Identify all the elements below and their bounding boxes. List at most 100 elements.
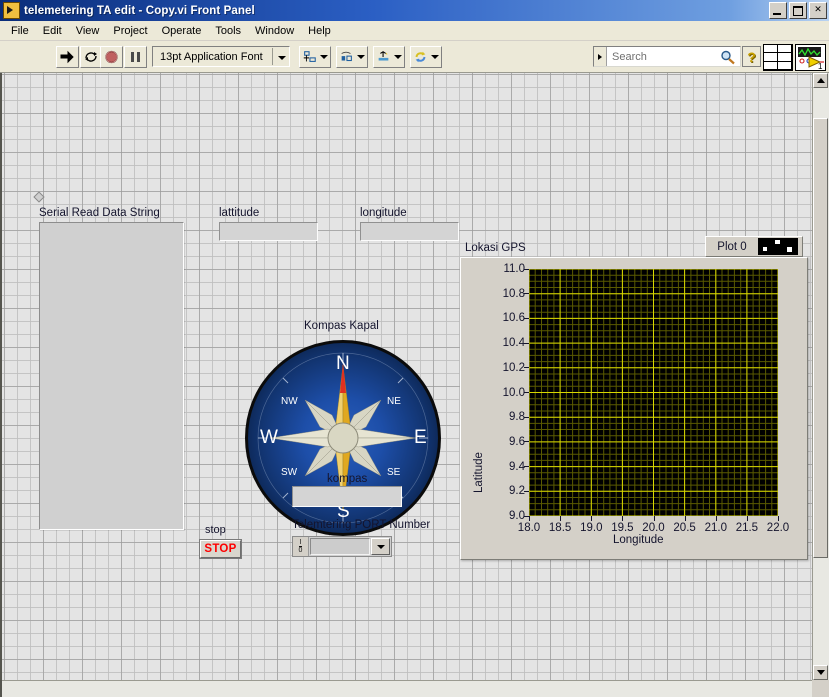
horizontal-scrollbar[interactable] [2, 680, 812, 697]
align-objects-button[interactable] [299, 46, 331, 68]
graph-y-tickmark [524, 392, 529, 393]
compass-label-e: E [414, 427, 427, 448]
graph-gridlines [528, 268, 779, 517]
reorder-button[interactable] [410, 46, 442, 68]
visa-io-glyph: I 0 [293, 537, 309, 556]
menu-bar: File Edit View Project Operate Tools Win… [0, 21, 829, 41]
compass-label-sw: SW [281, 467, 298, 478]
graph-label: Lokasi GPS [465, 242, 526, 254]
graph-y-tick-label: 10.6 [502, 312, 525, 325]
graph-y-tickmark [524, 317, 529, 319]
context-help-button[interactable]: ? [742, 46, 761, 67]
help-icon: ? [747, 48, 756, 65]
menu-item-tools[interactable]: Tools [208, 23, 248, 39]
font-selector-label: 13pt Application Font [160, 50, 263, 63]
connector-pane[interactable] [763, 44, 793, 71]
labview-front-panel-window: telemetering TA edit - Copy.vi Front Pan… [0, 0, 829, 697]
close-button[interactable]: ✕ [809, 2, 827, 19]
serial-read-string-indicator[interactable] [39, 222, 184, 530]
kompas-indicator[interactable] [292, 486, 402, 507]
graph-y-tick-label: 10.4 [502, 337, 525, 350]
graph-y-tickmark [524, 416, 529, 418]
graph-x-tick-label: 20.5 [673, 522, 696, 534]
menu-item-file[interactable]: File [4, 23, 36, 39]
graph-plot-area[interactable] [528, 268, 779, 517]
serial-read-string-value [40, 223, 183, 227]
graph-y-tickmark [524, 466, 529, 468]
port-selector-value [311, 539, 369, 543]
maximize-button[interactable] [789, 2, 807, 19]
graph-y-tickmark [524, 367, 529, 369]
vertical-scroll-thumb[interactable] [813, 118, 828, 558]
window-title: telemetering TA edit - Copy.vi Front Pan… [24, 4, 255, 17]
abort-execution-button[interactable] [100, 46, 123, 68]
font-selector-arrow[interactable] [276, 51, 289, 63]
lattitude-value [220, 223, 317, 227]
window-controls: ✕ [769, 2, 827, 19]
stop-button-text: STOP [204, 543, 237, 555]
menu-item-window[interactable]: Window [248, 23, 301, 39]
kompas-value [293, 487, 401, 493]
compass-label-nw: NW [281, 396, 298, 407]
menu-item-project[interactable]: Project [106, 23, 154, 39]
menu-item-edit[interactable]: Edit [36, 23, 69, 39]
graph-y-tickmark [524, 490, 529, 492]
graph-x-tick-label: 21.0 [704, 522, 727, 534]
labview-vi-icon [3, 2, 20, 19]
align-objects-icon [303, 51, 316, 62]
menu-item-help[interactable]: Help [301, 23, 338, 39]
vertical-scrollbar[interactable] [812, 73, 829, 680]
abort-execution-icon [105, 50, 118, 64]
scrollbar-corner [812, 680, 829, 697]
stop-button[interactable]: STOP [200, 540, 241, 558]
lattitude-indicator[interactable] [219, 222, 318, 241]
panel-origin-marker [33, 191, 45, 203]
search-input[interactable]: Search [607, 51, 719, 63]
menu-item-operate[interactable]: Operate [155, 23, 209, 39]
plot-legend-swatch[interactable] [758, 238, 798, 255]
compass-label-ne: NE [387, 396, 401, 407]
graph-x-tickmark [746, 516, 748, 521]
compass-label-n: N [336, 353, 350, 374]
chevron-down-icon [278, 55, 287, 60]
graph-x-tickmark [560, 516, 562, 521]
compass-label-se: SE [387, 467, 401, 478]
font-selector-divider [271, 48, 273, 65]
port-selector-dropdown[interactable] [371, 538, 390, 555]
vi-icon[interactable]: 1 [795, 44, 826, 71]
graph-y-axis-label: Latitude [473, 452, 485, 493]
font-selector[interactable]: 13pt Application Font [152, 46, 290, 67]
graph-y-tick-label: 9.0 [509, 510, 525, 522]
scroll-down-arrow[interactable] [813, 665, 828, 680]
minimize-button[interactable] [769, 2, 787, 19]
run-button[interactable] [56, 46, 79, 68]
triangle-down-icon [816, 670, 825, 675]
reorder-icon [415, 51, 426, 63]
resize-objects-button[interactable] [373, 46, 405, 68]
distribute-objects-button[interactable] [336, 46, 368, 68]
pause-button[interactable] [124, 46, 147, 68]
plot-legend-name: Plot 0 [717, 240, 747, 253]
svg-text:1: 1 [818, 62, 823, 70]
graph-y-tick-label: 9.8 [509, 411, 525, 424]
lokasi-gps-xy-graph[interactable]: Latitude 9.0 9.2 9.4 9.6 9.8 10.0 10.2 10.4 10.6… [460, 257, 808, 560]
run-continuously-icon [85, 52, 97, 62]
plot-legend[interactable]: Plot 0 [705, 236, 803, 257]
front-panel-canvas[interactable]: Serial Read Data String lattitude longit… [2, 73, 812, 680]
port-selector-control[interactable]: I 0 [292, 536, 392, 557]
search-box[interactable]: Search [593, 46, 741, 67]
kompas-indicator-label: kompas [327, 473, 368, 485]
compass-label: Kompas Kapal [304, 320, 379, 332]
pause-icon [131, 52, 140, 62]
scroll-up-arrow[interactable] [813, 73, 828, 88]
graph-x-tickmark [684, 516, 686, 521]
graph-x-tick-label: 18.5 [548, 522, 572, 534]
chevron-down-icon [431, 55, 439, 59]
menu-item-view[interactable]: View [69, 23, 107, 39]
search-dropdown-toggle[interactable] [594, 47, 607, 66]
port-selector-input[interactable] [310, 538, 370, 555]
graph-y-tick-label: 10.8 [502, 287, 525, 300]
chevron-down-icon [376, 544, 385, 549]
longitude-indicator[interactable] [360, 222, 459, 241]
graph-y-tickmark [524, 293, 529, 295]
